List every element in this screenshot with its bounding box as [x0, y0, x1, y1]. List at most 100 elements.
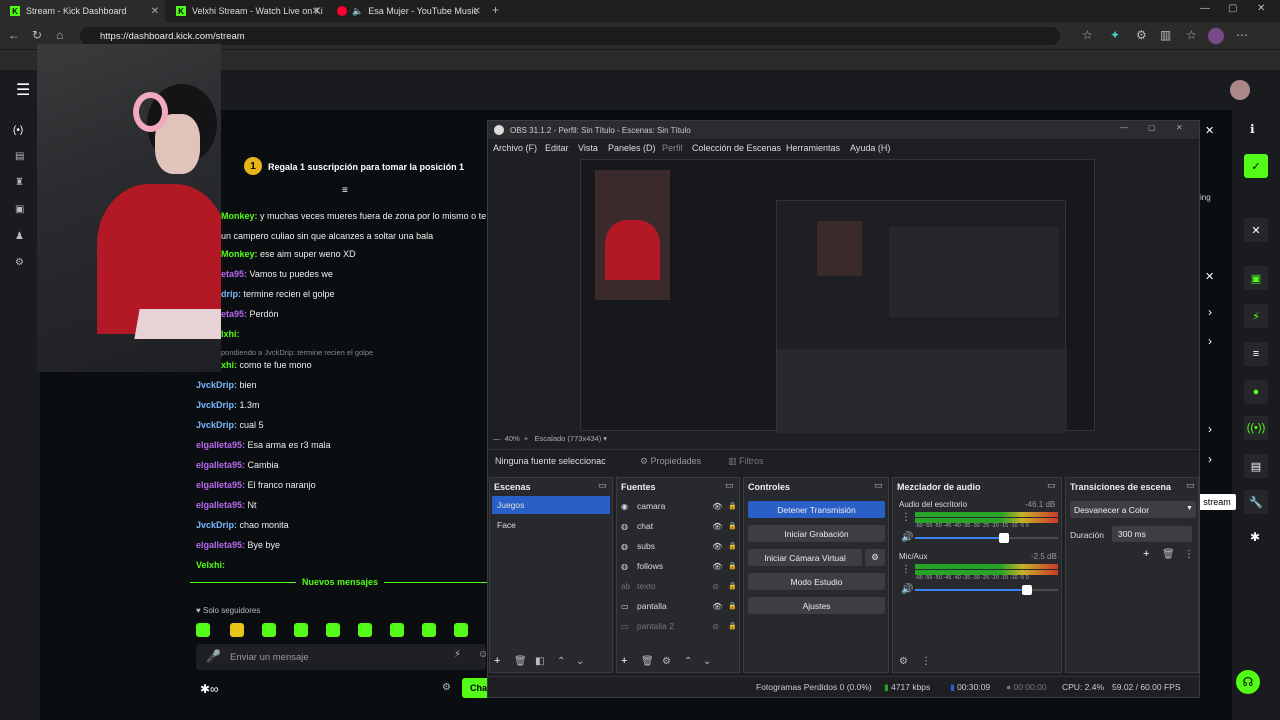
- chat-username[interactable]: elgalleta95:: [196, 440, 245, 450]
- add-icon[interactable]: +: [1143, 548, 1149, 560]
- emote-icon[interactable]: [326, 623, 340, 637]
- dock-float-icon[interactable]: ▭: [1047, 480, 1056, 491]
- virtual-camera-button[interactable]: Iniciar Cámara Virtual: [748, 549, 862, 566]
- chat-username[interactable]: Velxhi:: [196, 560, 225, 570]
- chat-username[interactable]: elgalleta95:: [196, 540, 245, 550]
- scene-item-face[interactable]: Face: [492, 516, 610, 534]
- speaker-icon[interactable]: 🔈: [352, 6, 363, 17]
- chat-message[interactable]: elgalleta95: Cambia: [196, 460, 466, 470]
- menu-editar[interactable]: Editar: [545, 143, 569, 153]
- lightning-icon[interactable]: ⚡: [1244, 304, 1268, 328]
- menu-coleccion[interactable]: Colección de Escenas: [692, 143, 781, 153]
- maximize-icon[interactable]: ▢: [1228, 3, 1237, 14]
- chat-username[interactable]: Monkey:: [221, 211, 258, 221]
- dock-float-icon[interactable]: ▭: [874, 480, 883, 491]
- chevron-down-icon[interactable]: ⌄: [703, 656, 711, 667]
- lock-icon[interactable]: 🔒: [728, 522, 737, 530]
- menu-vista[interactable]: Vista: [578, 143, 598, 153]
- chat-username[interactable]: eta95:: [221, 309, 247, 319]
- eye-icon[interactable]: 👁: [712, 502, 728, 511]
- eye-icon[interactable]: 👁: [712, 542, 728, 551]
- stop-stream-button[interactable]: Detener Transmisión: [748, 501, 885, 518]
- reload-icon[interactable]: ↻: [32, 28, 42, 42]
- scan-icon[interactable]: ▣: [15, 204, 24, 215]
- chevron-right-icon[interactable]: ›: [1208, 305, 1212, 319]
- new-tab-icon[interactable]: +: [492, 3, 499, 17]
- menu-paneles[interactable]: Paneles (D): [608, 143, 656, 153]
- chat-settings-icon[interactable]: ⚙: [442, 682, 451, 693]
- minimize-icon[interactable]: —: [1200, 3, 1210, 14]
- emote-icon[interactable]: [358, 623, 372, 637]
- analytics-icon[interactable]: ▤: [15, 151, 24, 162]
- menu-icon[interactable]: ☰: [16, 80, 30, 100]
- virtual-camera-settings-icon[interactable]: ⚙: [865, 549, 885, 566]
- chat-message[interactable]: elgalleta95: Nt: [196, 500, 466, 510]
- lock-icon[interactable]: 🔒: [728, 542, 737, 550]
- user-avatar[interactable]: [1230, 80, 1250, 100]
- chat-username[interactable]: xhi:: [221, 360, 237, 370]
- more-vertical-icon[interactable]: ⋮: [901, 564, 911, 575]
- favorite-icon[interactable]: ☆: [1082, 28, 1093, 42]
- chevron-right-icon[interactable]: ›: [1208, 334, 1212, 348]
- gear-icon[interactable]: ⚙: [899, 656, 908, 667]
- gear-icon[interactable]: ⚙: [662, 656, 671, 667]
- commands-icon[interactable]: ⚡: [454, 649, 461, 660]
- close-icon[interactable]: ✕: [151, 6, 159, 17]
- chat-message[interactable]: pondiendo a JvckDrip: termine recien el …: [221, 348, 491, 357]
- chat-message[interactable]: elgalleta95: Esa arma es r3 mala: [196, 440, 466, 450]
- split-screen-icon[interactable]: ▥: [1160, 28, 1171, 42]
- source-item[interactable]: ab texto ⊘ 🔒: [621, 578, 737, 594]
- eye-icon[interactable]: 👁: [712, 602, 728, 611]
- chat-message[interactable]: JvckDrip: bien: [196, 380, 466, 390]
- dock-float-icon[interactable]: ▭: [725, 480, 734, 491]
- profile-avatar[interactable]: [1208, 28, 1224, 44]
- studio-mode-button[interactable]: Modo Estudio: [748, 573, 885, 590]
- source-item[interactable]: ◍ follows 👁 🔒: [621, 558, 737, 574]
- more-vertical-icon[interactable]: ⋮: [921, 656, 931, 667]
- chat-username[interactable]: lxhi:: [221, 329, 240, 339]
- volume-icon[interactable]: 🔊: [901, 532, 913, 543]
- volume-slider-handle[interactable]: [998, 533, 1009, 543]
- chevron-right-icon[interactable]: ›: [1208, 422, 1212, 436]
- eye-icon[interactable]: 👁: [712, 562, 728, 571]
- chat-message[interactable]: JvckDrip: 1.3m: [196, 400, 466, 410]
- more-vertical-icon[interactable]: ⋮: [1184, 549, 1194, 560]
- chat-username[interactable]: JvckDrip:: [196, 400, 237, 410]
- dock-float-icon[interactable]: ▭: [598, 480, 607, 491]
- chat-message[interactable]: xhi: como te fue mono: [221, 360, 491, 370]
- menu-perfil[interactable]: Perfil: [662, 143, 683, 153]
- source-item[interactable]: ▭ pantalla 👁 🔒: [621, 598, 737, 614]
- volume-slider-handle[interactable]: [1021, 585, 1032, 595]
- chat-message[interactable]: JvckDrip: chao monita: [196, 520, 466, 530]
- more-icon[interactable]: ⋯: [1236, 28, 1248, 42]
- chat-message[interactable]: elgalleta95: El franco naranjo: [196, 480, 466, 490]
- source-item[interactable]: ◉ camara 👁 🔒: [621, 498, 737, 514]
- lock-icon[interactable]: 🔒: [728, 582, 737, 590]
- emote-icon[interactable]: [390, 623, 404, 637]
- eye-slash-icon[interactable]: ⊘: [712, 622, 728, 631]
- source-item[interactable]: ◍ subs 👁 🔒: [621, 538, 737, 554]
- share-icon[interactable]: ✱: [1250, 530, 1260, 544]
- users-icon[interactable]: ♟: [15, 231, 24, 242]
- pin-toggle-icon[interactable]: ≡: [342, 185, 348, 196]
- add-icon[interactable]: +: [494, 655, 500, 667]
- settings-icon[interactable]: ⚙: [15, 257, 24, 268]
- menu-herramientas[interactable]: Herramientas: [786, 143, 840, 153]
- close-icon[interactable]: ✕: [312, 6, 320, 17]
- chat-username[interactable]: Monkey:: [221, 249, 258, 259]
- chat-message[interactable]: drip: termine recien el golpe: [221, 289, 491, 299]
- filter-icon[interactable]: ◧: [535, 656, 544, 667]
- properties-button[interactable]: ⚙ Propiedades: [640, 456, 701, 467]
- close-window-icon[interactable]: ✕: [1257, 3, 1265, 14]
- lock-icon[interactable]: 🔒: [728, 562, 737, 570]
- source-item[interactable]: ▭ pantalla 2 ⊘ 🔒: [621, 618, 737, 634]
- scene-item-juegos[interactable]: Juegos: [492, 496, 610, 514]
- live-icon[interactable]: (•): [13, 125, 23, 136]
- menu-ayuda[interactable]: Ayuda (H): [850, 143, 890, 153]
- check-icon[interactable]: ✓: [1244, 154, 1268, 178]
- chat-message[interactable]: Velxhi:: [196, 560, 466, 570]
- emote-icon[interactable]: [294, 623, 308, 637]
- chat-message[interactable]: eta95: Vamos tu puedes we: [221, 269, 491, 279]
- tab-kick-dashboard[interactable]: K Stream - Kick Dashboard ✕: [0, 0, 165, 22]
- maximize-icon[interactable]: ▢: [1148, 123, 1156, 132]
